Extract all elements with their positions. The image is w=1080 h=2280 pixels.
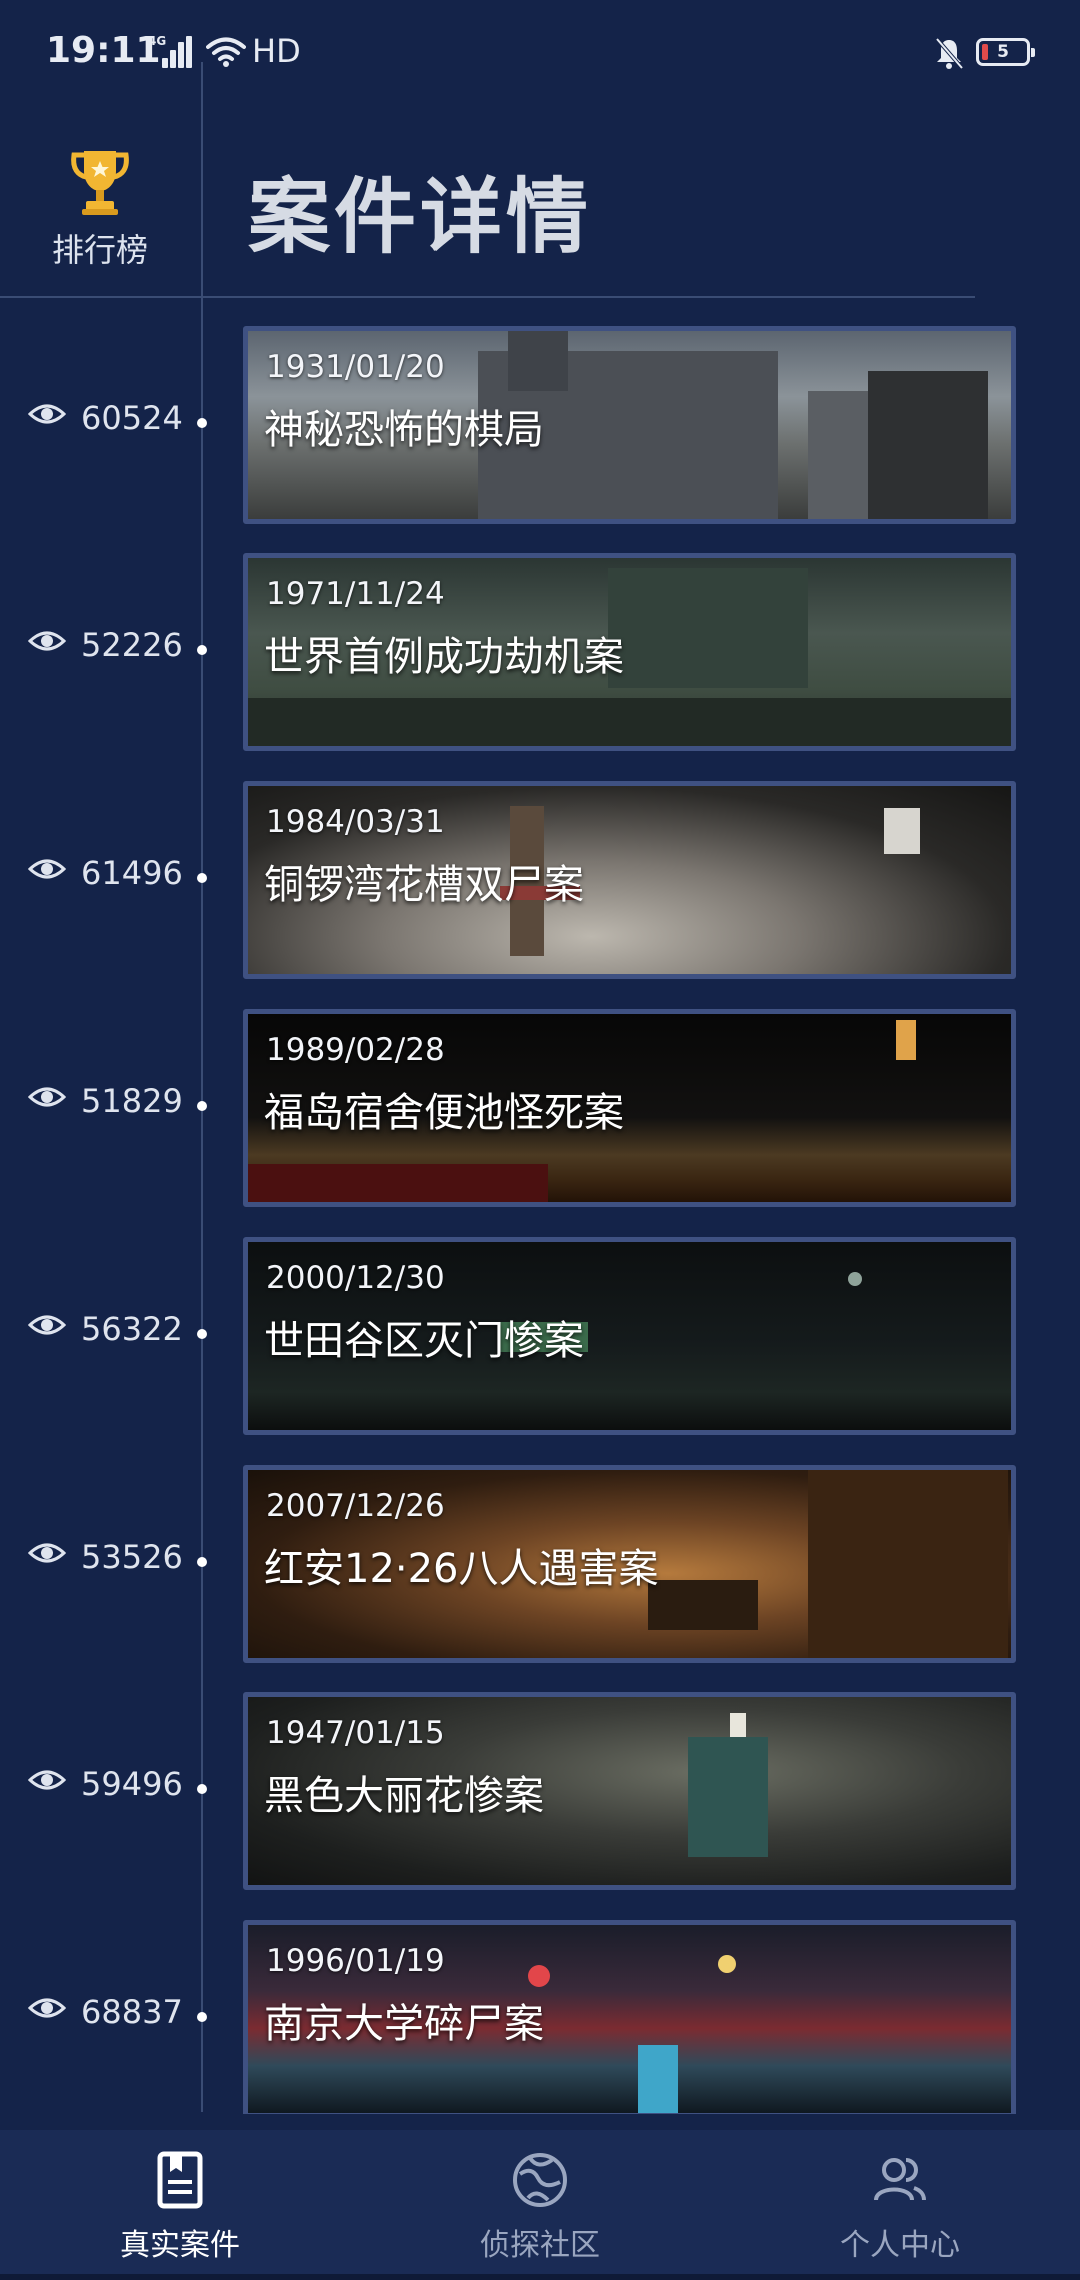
timeline-dot [197, 1557, 207, 1567]
nav-label: 真实案件 [120, 2228, 240, 2263]
case-date: 1996/01/19 [266, 1943, 445, 1979]
timeline-dot [197, 418, 207, 428]
view-count: 56322 [28, 1307, 188, 1351]
profile-icon [874, 2158, 926, 2201]
case-card[interactable]: 1996/01/19 南京大学碎尸案 [243, 1920, 1016, 2114]
leaderboard-label: 排行榜 [51, 231, 148, 269]
case-title: 黑色大丽花惨案 [264, 1773, 544, 1819]
case-title: 福岛宿舍便池怪死案 [264, 1090, 624, 1136]
case-title: 红安12·26八人遇害案 [264, 1546, 659, 1592]
case-row[interactable]: 68837 1996/01/19 南京大学碎尸案 [0, 1920, 1080, 2114]
case-title: 铜锣湾花槽双尸案 [264, 862, 584, 908]
views-count: 56322 [81, 1310, 183, 1348]
status-time: 19:11 [46, 30, 161, 71]
view-count: 60524 [28, 396, 188, 440]
case-card[interactable]: 2007/12/26 红安12·26八人遇害案 [243, 1465, 1016, 1663]
eye-icon [28, 1315, 66, 1335]
case-date: 1989/02/28 [266, 1032, 445, 1068]
case-card[interactable]: 1947/01/15 黑色大丽花惨案 [243, 1692, 1016, 1890]
status-bar: 19:11 4G HD 5 [0, 0, 1080, 110]
timeline-dot [197, 645, 207, 655]
views-count: 68837 [81, 1993, 183, 2031]
timeline-dot [197, 873, 207, 883]
view-count: 52226 [28, 623, 188, 667]
eye-icon [28, 859, 66, 879]
case-row[interactable]: 59496 1947/01/15 黑色大丽花惨案 [0, 1692, 1080, 1890]
case-card[interactable]: 1984/03/31 铜锣湾花槽双尸案 [243, 781, 1016, 979]
leaderboard-button[interactable]: 排行榜 [40, 145, 160, 270]
nav-bottom-line [0, 2274, 1080, 2280]
views-count: 61496 [81, 854, 183, 892]
case-date: 1931/01/20 [266, 349, 445, 385]
nav-label: 侦探社区 [480, 2228, 600, 2263]
eye-icon [28, 1087, 66, 1107]
case-row[interactable]: 53526 2007/12/26 红安12·26八人遇害案 [0, 1465, 1080, 1663]
case-card[interactable]: 1971/11/24 世界首例成功劫机案 [243, 553, 1016, 751]
quality-badge: HD [252, 32, 301, 70]
case-row[interactable]: 51829 1989/02/28 福岛宿舍便池怪死案 [0, 1009, 1080, 1207]
nav-item-profile[interactable]: 个人中心 [800, 2148, 1000, 2273]
view-count: 61496 [28, 851, 188, 895]
view-count: 51829 [28, 1079, 188, 1123]
case-date: 1984/03/31 [266, 804, 445, 840]
case-title: 世田谷区灭门惨案 [264, 1318, 584, 1364]
views-count: 60524 [81, 399, 183, 437]
eye-icon [28, 1770, 66, 1790]
community-icon [513, 2153, 567, 2207]
battery-level: 5 [997, 42, 1009, 62]
timeline-dot [197, 1329, 207, 1339]
timeline-dot [197, 2012, 207, 2022]
timeline-dot [197, 1784, 207, 1794]
case-row[interactable]: 52226 1971/11/24 世界首例成功劫机案 [0, 553, 1080, 751]
document-icon [157, 2151, 203, 2209]
case-date: 2007/12/26 [266, 1488, 445, 1524]
eye-icon [28, 631, 66, 651]
views-count: 59496 [81, 1765, 183, 1803]
eye-icon [28, 1543, 66, 1563]
trophy-icon [71, 151, 129, 215]
header-divider [0, 296, 975, 298]
views-count: 53526 [81, 1538, 183, 1576]
views-count: 52226 [81, 626, 183, 664]
eye-icon [28, 1998, 66, 2018]
eye-icon [28, 404, 66, 424]
view-count: 59496 [28, 1762, 188, 1806]
bottom-nav: 真实案件 侦探社区 个人中心 [0, 2130, 1080, 2280]
case-date: 2000/12/30 [266, 1260, 445, 1296]
battery-icon: 5 [976, 38, 1035, 66]
mute-icon [935, 37, 964, 70]
views-count: 51829 [81, 1082, 183, 1120]
nav-item-real-cases[interactable]: 真实案件 [80, 2148, 280, 2273]
view-count: 68837 [28, 1990, 188, 2034]
case-title: 南京大学碎尸案 [264, 2001, 544, 2047]
case-title: 世界首例成功劫机案 [264, 634, 624, 680]
case-card[interactable]: 1989/02/28 福岛宿舍便池怪死案 [243, 1009, 1016, 1207]
case-title: 神秘恐怖的棋局 [264, 407, 544, 453]
case-card[interactable]: 2000/12/30 世田谷区灭门惨案 [243, 1237, 1016, 1435]
case-date: 1971/11/24 [266, 576, 445, 612]
timeline-dot [197, 1101, 207, 1111]
case-row[interactable]: 60524 1931/01/20 神秘恐怖的棋局 [0, 326, 1080, 524]
case-list[interactable]: 60524 1931/01/20 神秘恐怖的棋局 52226 1971/11/2… [0, 326, 1080, 2114]
case-date: 1947/01/15 [266, 1715, 445, 1751]
nav-label: 个人中心 [840, 2228, 960, 2263]
case-row[interactable]: 61496 1984/03/31 铜锣湾花槽双尸案 [0, 781, 1080, 979]
network-type: 4G [148, 34, 167, 48]
signal-icon: 4G [148, 34, 192, 68]
page-title: 案件详情 [248, 170, 593, 265]
case-card[interactable]: 1931/01/20 神秘恐怖的棋局 [243, 326, 1016, 524]
view-count: 53526 [28, 1535, 188, 1579]
case-row[interactable]: 56322 2000/12/30 世田谷区灭门惨案 [0, 1237, 1080, 1435]
nav-item-detective-community[interactable]: 侦探社区 [440, 2148, 640, 2273]
wifi-icon [206, 37, 246, 67]
